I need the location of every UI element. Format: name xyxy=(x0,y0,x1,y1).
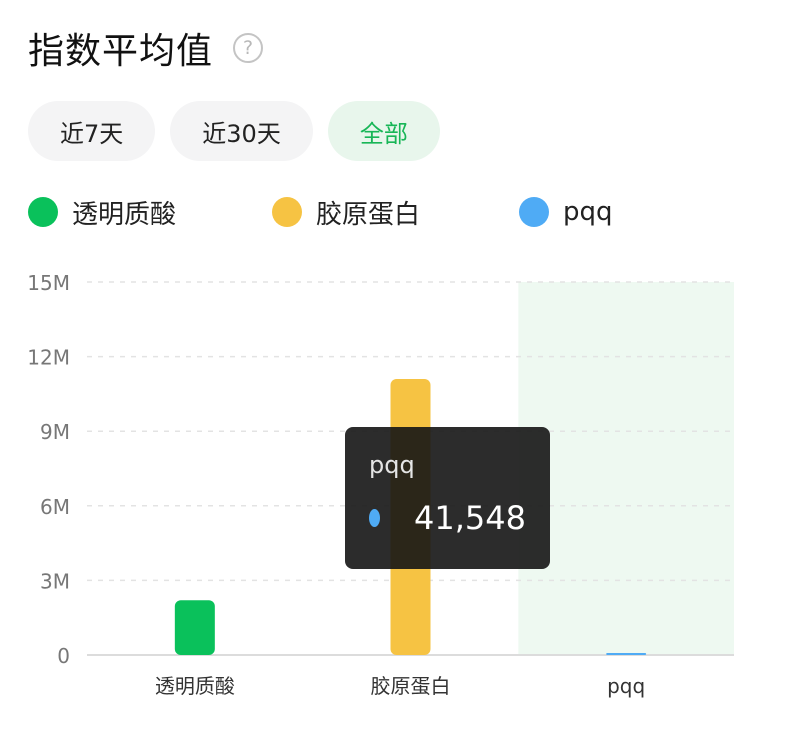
tab-7-days[interactable]: 近7天 xyxy=(28,101,156,161)
x-tick-label: 胶原蛋白 xyxy=(371,674,451,698)
legend-label: pqq xyxy=(563,197,613,227)
x-tick-label: 透明质酸 xyxy=(155,674,235,698)
tooltip-row: 41,548 xyxy=(369,499,526,537)
tab-all[interactable]: 全部 xyxy=(327,101,440,161)
chart-legend: 透明质酸 胶原蛋白 pqq xyxy=(28,192,768,232)
hover-band xyxy=(518,282,734,655)
legend-item-hyaluronic-acid[interactable]: 透明质酸 xyxy=(28,192,176,232)
bar-1 xyxy=(174,600,215,655)
help-glyph: ? xyxy=(242,37,254,59)
y-tick-label: 9M xyxy=(40,420,70,444)
bar-3 xyxy=(606,653,647,655)
tooltip-title: pqq xyxy=(369,451,415,479)
legend-dot xyxy=(28,197,58,227)
legend-label: 透明质酸 xyxy=(72,199,177,230)
y-tick-label: 3M xyxy=(40,569,70,593)
title-row: 指数平均值 ? xyxy=(28,22,264,74)
time-range-tabs: 近7天 近30天 全部 xyxy=(28,101,440,161)
page: 指数平均值 ? 近7天 近30天 全部 透明质酸 胶原蛋白 pqq 0 3M 6M 9… xyxy=(0,0,793,742)
tooltip-value: 41,548 xyxy=(414,499,526,537)
tab-30-days[interactable]: 近30天 xyxy=(170,101,313,161)
y-tick-label: 15M xyxy=(27,271,70,295)
page-title: 指数平均值 xyxy=(28,31,214,72)
y-tick-label: 12M xyxy=(27,346,70,370)
question-circle-icon[interactable]: ? xyxy=(233,33,264,63)
legend-dot xyxy=(272,197,302,227)
legend-dot xyxy=(519,197,549,227)
x-tick-label: pqq xyxy=(607,674,645,698)
legend-item-pqq[interactable]: pqq xyxy=(519,192,613,232)
chart-tooltip: pqq 41,548 xyxy=(345,427,550,569)
y-tick-label: 0 xyxy=(57,644,70,668)
tooltip-dot xyxy=(369,509,381,527)
y-tick-label: 6M xyxy=(40,495,70,519)
legend-label: 胶原蛋白 xyxy=(316,199,421,230)
legend-item-collagen[interactable]: 胶原蛋白 xyxy=(272,192,420,232)
